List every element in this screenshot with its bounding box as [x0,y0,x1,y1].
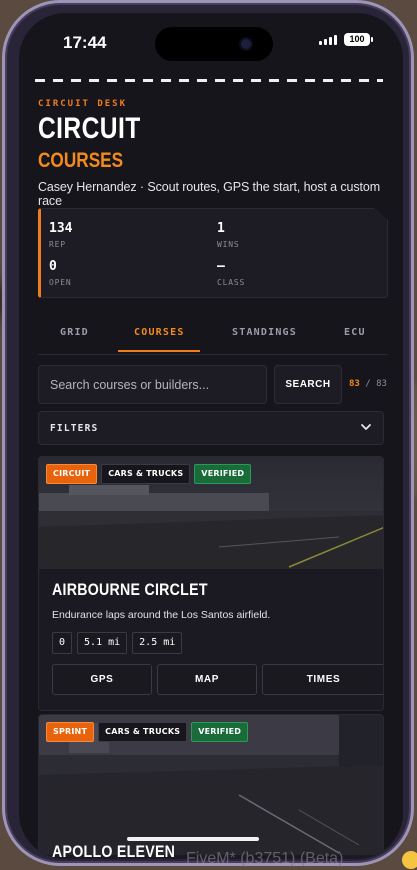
page-header: CIRCUIT DESK CIRCUIT COURSES Casey Herna… [38,99,384,208]
stat-rep: 134 REP [49,221,72,249]
map-button[interactable]: MAP [157,664,257,695]
stat-open: 0 OPEN [49,259,71,287]
emoji-icon [402,851,417,869]
camera-icon [241,39,251,49]
tab-grid[interactable]: GRID [60,327,89,338]
course-stats: 0 5.1 mi 2.5 mi [52,632,183,654]
home-indicator[interactable] [127,837,259,841]
course-stat-chip: 0 [52,632,73,654]
course-card[interactable]: CIRCUIT CARS & TRUCKS VERIFIED AIRBOURNE… [38,456,384,711]
vehicle-badge: CARS & TRUCKS [98,722,188,742]
result-count-shown: 83 [349,379,360,389]
tab-courses[interactable]: COURSES [134,327,185,338]
tab-bar: GRID COURSES STANDINGS ECU [38,319,388,355]
times-button[interactable]: TIMES [262,664,383,695]
course-actions: GPS MAP TIMES [52,664,383,695]
page-subtitle-title: COURSES [38,149,124,172]
search-button[interactable]: SEARCH [274,365,342,404]
stat-label: OPEN [49,278,72,287]
course-name: AIRBOURNE CIRCLET [52,581,208,599]
header-kicker: CIRCUIT DESK [38,99,128,109]
filters-label: FILTERS [50,423,99,434]
badge-row: CIRCUIT CARS & TRUCKS VERIFIED [46,464,252,484]
stat-label: CLASS [217,278,246,287]
phone-screen: 17:44 100 CIRCUIT DESK CIRCUIT COURSES C… [19,13,403,859]
course-name: APOLLO ELEVEN [52,843,176,859]
phone-frame: 17:44 100 CIRCUIT DESK CIRCUIT COURSES C… [2,0,414,866]
verified-badge: VERIFIED [194,464,252,484]
watermark: FiveM* (b3751) (Beta) [186,850,344,867]
stat-value: — [217,259,225,274]
signal-icon [319,35,337,45]
page-subtitle: Casey Hernandez · Scout routes, GPS the … [38,180,381,208]
battery-icon: 100 [344,33,373,46]
stat-label: REP [49,240,66,249]
stat-label: WINS [217,240,240,249]
course-description: Endurance laps around the Los Santos air… [52,609,271,621]
badge-row: SPRINT CARS & TRUCKS VERIFIED [46,722,249,742]
search-input[interactable] [38,365,267,404]
filters-toggle[interactable]: FILTERS [38,411,384,445]
stat-class: — CLASS [217,259,245,287]
result-count: 83 / 83 [349,379,387,389]
result-count-total: / 83 [365,379,387,389]
tab-ecu[interactable]: ECU [344,327,366,338]
chevron-down-icon [361,424,371,430]
stats-panel: 134 REP 1 WINS 0 OPEN — CLASS [38,208,388,298]
page-title: CIRCUIT [38,112,141,145]
verified-badge: VERIFIED [191,722,249,742]
status-bar: 17:44 100 [19,13,403,73]
gps-button[interactable]: GPS [52,664,152,695]
header-divider [35,79,383,82]
stat-value: 1 [217,221,225,236]
stat-value: 0 [49,259,57,274]
dynamic-island [155,27,273,61]
stat-wins: 1 WINS [217,221,239,249]
status-time: 17:44 [63,33,107,52]
type-badge: SPRINT [46,722,95,742]
stat-value: 134 [49,221,73,236]
tab-standings[interactable]: STANDINGS [232,327,297,338]
active-tab-indicator [118,350,200,352]
course-stat-chip: 2.5 mi [132,632,183,654]
course-stat-chip: 5.1 mi [77,632,128,654]
vehicle-badge: CARS & TRUCKS [101,464,191,484]
type-badge: CIRCUIT [46,464,98,484]
